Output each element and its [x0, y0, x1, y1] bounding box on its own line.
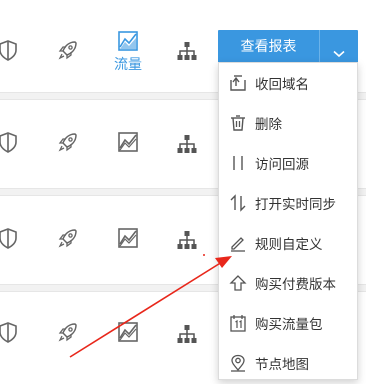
menu-item-label: 规则自定义 [255, 237, 323, 253]
pencil-icon [229, 234, 247, 252]
menu-item-delete[interactable]: 删除 [219, 103, 357, 143]
menu-item-enable-realtime-sync[interactable]: 打开实时同步 [219, 183, 357, 223]
reclaim-icon [229, 74, 247, 92]
menu-item-custom-rules[interactable]: 规则自定义 [219, 223, 357, 263]
menu-item-label: 收回域名 [255, 77, 309, 93]
menu-item-label: 删除 [255, 117, 282, 133]
chevron-down-icon [333, 43, 345, 58]
shield-icon[interactable] [0, 39, 19, 61]
package-icon [229, 314, 247, 332]
traffic-chart-icon[interactable] [117, 227, 139, 249]
menu-item-label: 访问回源 [255, 157, 309, 173]
node-tree-icon[interactable] [176, 133, 198, 155]
shield-icon[interactable] [0, 321, 19, 343]
menu-item-label: 节点地图 [255, 357, 309, 373]
menu-item-label: 购买付费版本 [255, 277, 336, 293]
menu-item-reclaim-domain[interactable]: 收回域名 [219, 63, 357, 103]
menu-item-label: 购买流量包 [255, 317, 323, 333]
shield-icon[interactable] [0, 227, 19, 249]
menu-item-origin-access[interactable]: 访问回源 [219, 143, 357, 183]
map-pin-icon [229, 354, 247, 372]
rocket-icon[interactable] [57, 227, 79, 249]
node-tree-icon[interactable] [176, 229, 198, 251]
sync-icon [229, 194, 247, 212]
menu-item-buy-paid-version[interactable]: 购买付费版本 [219, 263, 357, 303]
dropdown-toggle-button[interactable] [319, 30, 358, 64]
traffic-chart-icon[interactable] [117, 321, 139, 343]
rocket-icon[interactable] [57, 131, 79, 153]
view-report-button[interactable]: 查看报表 [218, 30, 319, 64]
traffic-chart-icon[interactable] [117, 30, 139, 52]
origin-icon [229, 154, 247, 172]
menu-item-node-map[interactable]: 节点地图 [219, 343, 357, 383]
report-split-button: 查看报表 [218, 30, 358, 64]
traffic-chart-icon[interactable] [117, 131, 139, 153]
menu-item-buy-traffic-package[interactable]: 购买流量包 [219, 303, 357, 343]
node-tree-icon[interactable] [176, 40, 198, 62]
actions-dropdown-menu: 收回域名 删除 访问回源 打开实时同步 规则自定义 购买付费版本 购买流量包 节… [218, 62, 358, 380]
upgrade-arrow-icon [229, 274, 247, 292]
rocket-icon[interactable] [57, 321, 79, 343]
traffic-label[interactable]: 流量 [112, 54, 144, 74]
menu-item-label: 打开实时同步 [255, 197, 336, 213]
trash-icon [229, 114, 247, 132]
shield-icon[interactable] [0, 131, 19, 153]
node-tree-icon[interactable] [176, 323, 198, 345]
rocket-icon[interactable] [57, 39, 79, 61]
